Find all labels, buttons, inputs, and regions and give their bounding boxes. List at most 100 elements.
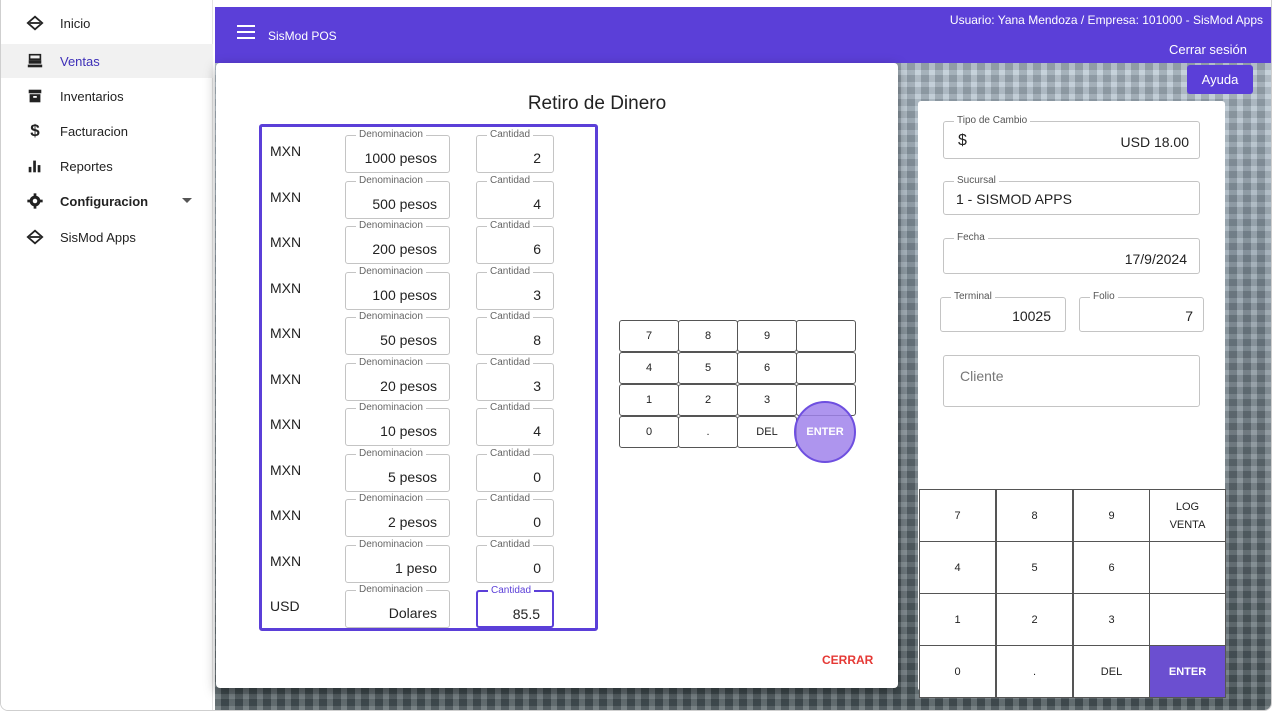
log-sale-button[interactable]: LOG VENTA xyxy=(1149,489,1226,542)
chevron-down-icon xyxy=(182,198,192,203)
currency-label: MXN xyxy=(270,188,302,205)
denomination-value: 1000 pesos xyxy=(364,150,437,166)
quantity-field[interactable]: Cantidad 4 xyxy=(476,402,554,446)
key-blank[interactable] xyxy=(1149,593,1226,646)
sidebar-item-reportes[interactable]: Reportes xyxy=(8,149,208,183)
quantity-label: Cantidad xyxy=(487,447,534,460)
key-0[interactable]: 0 xyxy=(619,416,679,448)
key-blank[interactable] xyxy=(796,320,856,352)
denomination-value: 2 pesos xyxy=(387,514,437,530)
currency-label: MXN xyxy=(270,552,302,569)
sidebar-item-inventarios[interactable]: Inventarios xyxy=(8,79,208,113)
sidebar-item-label: Reportes xyxy=(60,158,113,174)
denomination-row: MXN Denominacion 1000 pesos Cantidad 2 xyxy=(262,127,595,173)
key-3[interactable]: 3 xyxy=(1073,593,1150,646)
denomination-field[interactable]: Denominacion 200 pesos xyxy=(345,220,450,264)
denomination-field[interactable]: Denominacion 2 pesos xyxy=(345,493,450,537)
quantity-field[interactable]: Cantidad 8 xyxy=(476,311,554,355)
denomination-row: MXN Denominacion 50 pesos Cantidad 8 xyxy=(262,309,595,355)
quantity-value: 4 xyxy=(533,195,541,212)
quantity-field[interactable]: Cantidad 0 xyxy=(476,493,554,537)
key-7[interactable]: 7 xyxy=(919,489,996,542)
denomination-field[interactable]: Denominacion 1 peso xyxy=(345,538,450,583)
key-9[interactable]: 9 xyxy=(737,320,797,352)
terminal-field[interactable]: Terminal 10025 xyxy=(940,291,1066,332)
key-4[interactable]: 4 xyxy=(919,541,996,594)
quantity-field[interactable]: Cantidad 0 xyxy=(476,447,554,492)
branch-field[interactable]: Sucursal 1 - SISMOD APPS xyxy=(943,175,1200,215)
enter-button[interactable]: ENTER xyxy=(794,401,856,463)
key-5[interactable]: 5 xyxy=(678,352,738,384)
denomination-field[interactable]: Denominacion 500 pesos xyxy=(345,174,450,219)
key-1[interactable]: 1 xyxy=(619,384,679,416)
quantity-label: Cantidad xyxy=(487,220,534,232)
quantity-label: Cantidad xyxy=(487,311,534,323)
quantity-field[interactable]: Cantidad 0 xyxy=(476,538,554,583)
key-blank[interactable] xyxy=(796,352,856,384)
logout-button[interactable]: Cerrar sesión xyxy=(1157,36,1259,63)
quantity-label: Cantidad xyxy=(488,585,535,597)
date-field[interactable]: Fecha 17/9/2024 xyxy=(943,232,1200,274)
home-icon xyxy=(24,226,46,248)
key-8[interactable]: 8 xyxy=(678,320,738,352)
denomination-label: Denominacion xyxy=(356,493,426,505)
denomination-field[interactable]: Denominacion 20 pesos xyxy=(345,356,450,401)
quantity-label: Cantidad xyxy=(487,356,534,369)
denomination-field[interactable]: Denominacion 10 pesos xyxy=(345,402,450,446)
denomination-field[interactable]: Denominacion 1000 pesos xyxy=(345,129,450,173)
quantity-field[interactable]: Cantidad 85.5 xyxy=(476,585,554,628)
denomination-value: 50 pesos xyxy=(380,332,437,348)
key-9[interactable]: 9 xyxy=(1073,489,1150,542)
key-4[interactable]: 4 xyxy=(619,352,679,384)
quantity-field[interactable]: Cantidad 6 xyxy=(476,220,554,264)
key-2[interactable]: 2 xyxy=(678,384,738,416)
denomination-value: 10 pesos xyxy=(380,423,437,439)
key-dot[interactable]: . xyxy=(678,416,738,448)
key-blank[interactable] xyxy=(1149,541,1226,594)
quantity-field[interactable]: Cantidad 4 xyxy=(476,174,554,219)
quantity-field[interactable]: Cantidad 2 xyxy=(476,129,554,173)
quantity-value: 3 xyxy=(533,286,541,303)
close-button[interactable]: CERRAR xyxy=(822,653,873,667)
folio-field[interactable]: Folio 7 xyxy=(1079,291,1204,332)
denomination-label: Denominacion xyxy=(356,356,426,369)
quantity-field[interactable]: Cantidad 3 xyxy=(476,265,554,310)
denomination-field[interactable]: Denominacion 50 pesos xyxy=(345,311,450,355)
denomination-row: MXN Denominacion 100 pesos Cantidad 3 xyxy=(262,264,595,310)
sidebar-item-configuracion[interactable]: Configuracion xyxy=(8,184,208,218)
sidebar-item-label: Inicio xyxy=(60,15,91,31)
menu-icon[interactable] xyxy=(237,25,255,39)
denomination-label: Denominacion xyxy=(356,311,426,323)
denomination-field[interactable]: Denominacion 5 pesos xyxy=(345,447,450,492)
key-6[interactable]: 6 xyxy=(1073,541,1150,594)
key-del[interactable]: DEL xyxy=(1073,645,1150,698)
sidebar-item-sismod-apps[interactable]: SisMod Apps xyxy=(8,220,208,254)
sidebar-item-facturacion[interactable]: $ Facturacion xyxy=(8,114,208,148)
sidebar: Inicio Ventas Inventarios $ Facturacion … xyxy=(1,0,213,710)
folio-label: Folio xyxy=(1090,291,1118,303)
quantity-label: Cantidad xyxy=(487,538,534,551)
client-field[interactable]: Cliente xyxy=(943,355,1200,407)
denomination-value: 20 pesos xyxy=(380,377,437,394)
key-5[interactable]: 5 xyxy=(996,541,1073,594)
key-7[interactable]: 7 xyxy=(619,320,679,352)
key-del[interactable]: DEL xyxy=(737,416,797,448)
exchange-rate-field[interactable]: Tipo de Cambio $ USD 18.00 xyxy=(943,115,1200,159)
enter-button[interactable]: ENTER xyxy=(1149,645,1226,698)
key-1[interactable]: 1 xyxy=(919,593,996,646)
help-button[interactable]: Ayuda xyxy=(1187,65,1253,94)
quantity-field[interactable]: Cantidad 3 xyxy=(476,356,554,401)
denomination-field[interactable]: Denominacion 100 pesos xyxy=(345,265,450,310)
currency-label: MXN xyxy=(270,370,302,387)
quantity-value: 4 xyxy=(533,423,541,439)
sidebar-item-label: SisMod Apps xyxy=(60,229,136,245)
key-6[interactable]: 6 xyxy=(737,352,797,384)
key-2[interactable]: 2 xyxy=(996,593,1073,646)
key-8[interactable]: 8 xyxy=(996,489,1073,542)
key-dot[interactable]: . xyxy=(996,645,1073,698)
sidebar-item-inicio[interactable]: Inicio xyxy=(8,6,208,40)
denomination-field[interactable]: Denominacion Dolares xyxy=(345,584,450,628)
key-3[interactable]: 3 xyxy=(737,384,797,416)
key-0[interactable]: 0 xyxy=(919,645,996,698)
sidebar-item-ventas[interactable]: Ventas xyxy=(1,44,213,78)
